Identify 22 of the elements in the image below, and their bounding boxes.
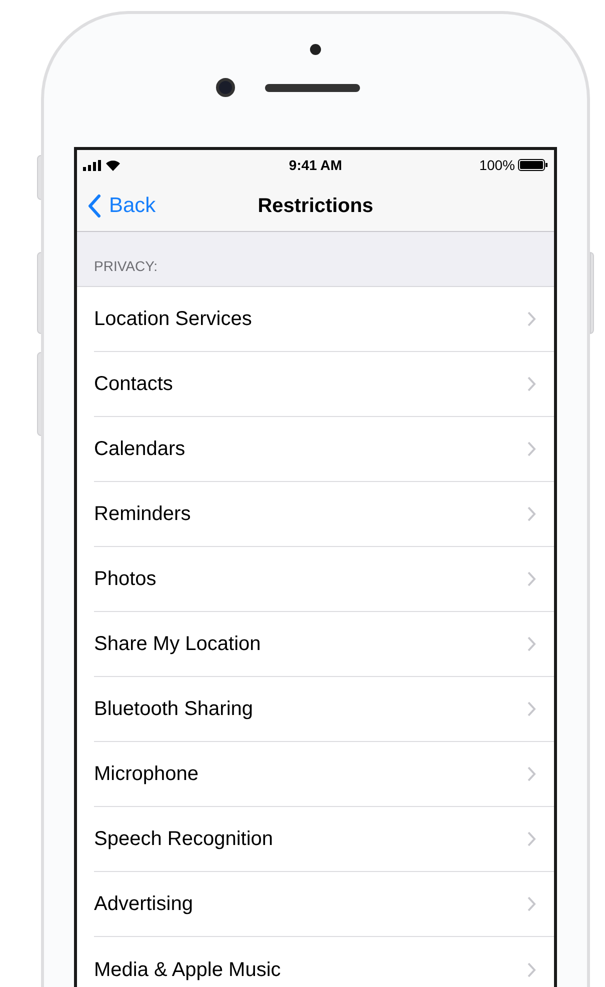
- status-time: 9:41 AM: [288, 156, 342, 174]
- battery-icon: [518, 159, 548, 171]
- chevron-right-icon: [527, 376, 536, 392]
- chevron-right-icon: [527, 896, 536, 912]
- chevron-right-icon: [527, 831, 536, 847]
- chevron-left-icon: [87, 194, 101, 218]
- battery-percentage: 100%: [479, 156, 515, 174]
- chevron-right-icon: [527, 766, 536, 782]
- chevron-right-icon: [527, 311, 536, 327]
- signal-icon: [83, 160, 102, 170]
- chevron-right-icon: [527, 701, 536, 717]
- back-button[interactable]: Back: [77, 190, 156, 222]
- wifi-icon: [105, 159, 121, 171]
- section-header: PRIVACY:: [94, 257, 158, 276]
- chevron-right-icon: [527, 571, 536, 587]
- chevron-right-icon: [527, 636, 536, 652]
- sensor-icon: [310, 44, 321, 55]
- chevron-right-icon: [527, 441, 536, 457]
- camera-icon: [216, 78, 234, 97]
- chevron-right-icon: [527, 962, 536, 978]
- chevron-right-icon: [527, 506, 536, 522]
- screen-title: Restrictions: [258, 194, 374, 218]
